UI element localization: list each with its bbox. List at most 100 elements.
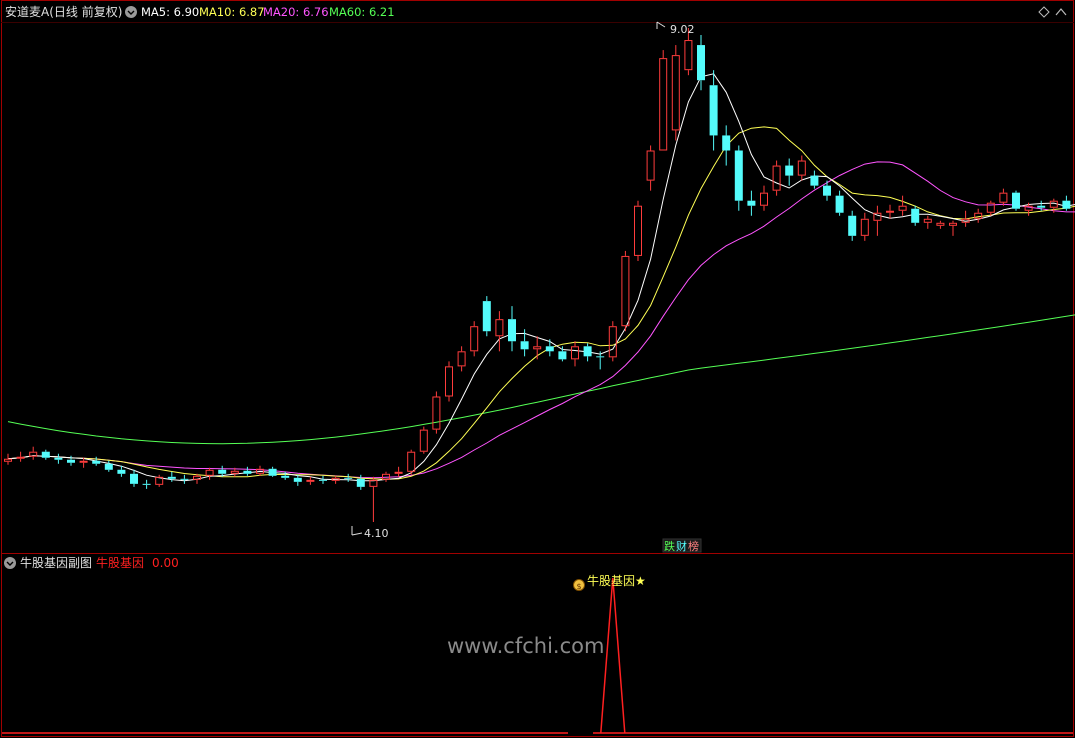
candle-body-down (911, 208, 920, 223)
candle-body-down (747, 200, 756, 206)
candle-body-down (558, 351, 567, 360)
candle-body-down (54, 457, 63, 460)
candle-body-up (949, 222, 957, 226)
candle-body-down (104, 463, 113, 470)
sub-settings-toggle[interactable] (4, 557, 16, 569)
high-price-label: 9.02 (670, 23, 695, 36)
candle-body-down (520, 341, 529, 350)
ma10-path (7, 126, 1075, 480)
candle-body-down (734, 150, 743, 201)
candle-body-up (306, 479, 315, 482)
candle-body-down (218, 469, 227, 474)
candle-body-up (457, 351, 466, 367)
candle-body-up (419, 429, 428, 452)
collapse-icon[interactable] (1055, 8, 1067, 16)
candle-body-down (848, 215, 857, 236)
money-bag-glyph: $ (577, 582, 582, 591)
candle-body-down (596, 356, 605, 358)
candle-body-up (621, 255, 630, 327)
candle-body-up (797, 160, 806, 176)
candle-body-up (860, 218, 869, 236)
ma60-path (7, 314, 1075, 445)
candle-body-up (4, 458, 12, 462)
candle-body-up (470, 326, 479, 352)
candle-body-down (281, 475, 290, 478)
candle-body-down (697, 45, 705, 81)
ma10-line (7, 126, 1075, 480)
candle-body-up (898, 205, 907, 211)
chart-frame (1, 0, 1074, 737)
ma60-line (7, 314, 1075, 445)
ma20-label: MA20: 6.76 (263, 5, 329, 19)
kline-chart: 安道麦A(日线 前复权) MA5: 6.90 MA10: 6.87 MA20: … (1, 0, 1075, 737)
watermark: www.cfchi.com (447, 634, 604, 658)
candle-body-down (117, 469, 126, 474)
candle-body-up (445, 366, 453, 397)
sub-chevron-down-icon[interactable] (4, 557, 16, 569)
chevron-down-icon[interactable] (125, 6, 137, 18)
candle-body-up (936, 222, 945, 226)
stock-label: 安道麦A(日线 前复权) (5, 4, 122, 19)
candle-body-up (432, 396, 441, 430)
settings-toggle[interactable] (125, 6, 137, 18)
candle-body-down (835, 195, 844, 213)
candle-body-up (495, 319, 504, 337)
candle-body-down (356, 478, 365, 487)
candle-body-up (394, 471, 403, 474)
candle-body-up (571, 346, 579, 360)
diamond-icon[interactable] (1038, 6, 1050, 18)
candle-body-up (684, 40, 693, 71)
candle-body-down (785, 165, 794, 176)
indicator-label: 牛股基因 (96, 555, 144, 570)
candle-body-down (92, 460, 101, 464)
candle-body-down (243, 470, 252, 474)
candle-body-up (923, 218, 932, 223)
candle-body-up (886, 210, 894, 213)
candle-body-down (482, 301, 491, 332)
candle-body-down (583, 346, 592, 357)
badge-left-text: 跌 (664, 539, 675, 553)
candle-body-up (193, 475, 201, 480)
candle-body-down (180, 478, 189, 480)
candle-body-up (772, 165, 781, 191)
candle-body-up (205, 469, 214, 476)
ma60-label: MA60: 6.21 (329, 5, 395, 19)
candle-body-down (823, 185, 831, 196)
ma5-path (7, 73, 1075, 482)
candle-body-down (508, 319, 516, 342)
candles (4, 28, 1071, 522)
badge-right-text: 榜 (688, 539, 699, 553)
candle-body-up (646, 150, 655, 181)
candle-body-up (533, 346, 542, 350)
candle-body-up (760, 192, 768, 206)
sub-panel-title: 牛股基因副图 (20, 555, 92, 570)
candle-body-up (999, 192, 1008, 203)
candle-body-down (709, 85, 718, 136)
ma5-line (7, 73, 1075, 482)
candle-body-down (810, 175, 819, 186)
candle-body-down (545, 346, 554, 352)
candle-body-down (722, 135, 731, 151)
low-price-label: 4.10 (364, 527, 389, 540)
candle-body-down (293, 477, 302, 482)
signal-marker: $ 牛股基因★ (573, 573, 646, 591)
ma10-label: MA10: 6.87 (199, 5, 265, 19)
candle-body-up (634, 205, 642, 256)
ranking-badge[interactable]: 跌 财 榜 (662, 538, 702, 553)
ma5-label: MA5: 6.90 (141, 5, 199, 19)
candle-body-down (167, 476, 176, 479)
candle-body-down (268, 468, 277, 476)
candle-body-down (319, 479, 327, 481)
candle-body-down (67, 459, 75, 463)
candle-body-up (407, 451, 416, 472)
candle-body-down (142, 483, 151, 485)
candle-body-down (41, 451, 50, 458)
low-marker-tick (351, 532, 363, 536)
indicator-value: 0.00 (152, 556, 179, 570)
candle-body-down (1062, 200, 1071, 209)
candle-body-down (130, 473, 138, 484)
signal-label: 牛股基因★ (587, 573, 646, 588)
badge-mid-text: 财 (676, 539, 687, 553)
candle-body-down (1012, 192, 1020, 209)
candle-body-up (79, 460, 88, 463)
